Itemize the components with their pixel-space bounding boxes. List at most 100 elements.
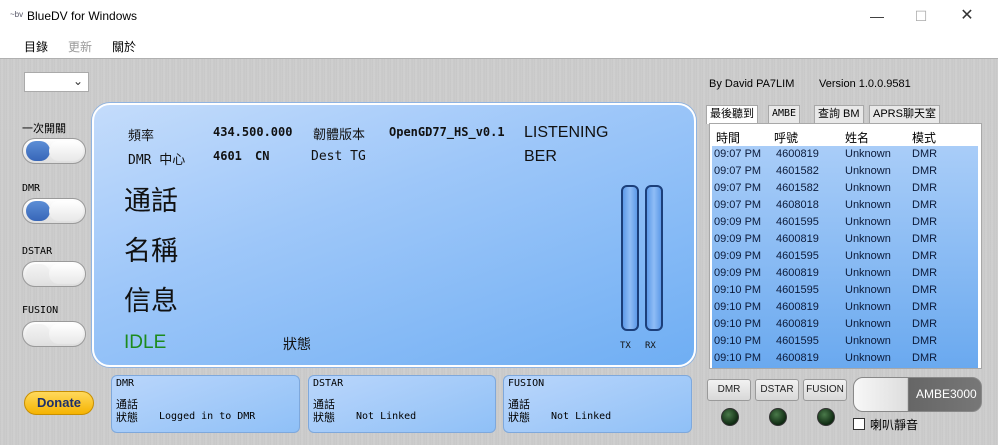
ambe3000-toggle[interactable]: AMBE3000 — [853, 377, 982, 412]
table-row[interactable]: 09:09 PM 4601595 Unknown DMR — [712, 214, 978, 231]
fusion-network-panel: FUSION 通話 狀態 Not Linked — [503, 375, 692, 433]
table-row[interactable]: 09:10 PM 4600819 Unknown DMR — [712, 350, 978, 367]
table-row[interactable]: 09:09 PM 4600819 Unknown DMR — [712, 231, 978, 248]
mode-combo[interactable]: ⌄ — [24, 72, 89, 92]
menu-bar: 目錄 更新 關於 — [0, 32, 998, 58]
fusion-led — [817, 408, 835, 426]
dmr-toggle[interactable] — [22, 198, 86, 224]
table-row[interactable]: 09:09 PM 4601595 Unknown DMR — [712, 248, 978, 265]
dstar-mode-button[interactable]: DSTAR — [755, 379, 799, 401]
rx-meter — [645, 185, 663, 331]
table-cell: DMR — [912, 284, 938, 296]
firmware-value: OpenGD77_HS_v0.1 — [389, 125, 505, 139]
table-cell: 09:10 PM — [714, 318, 762, 330]
tx-label: TX — [620, 341, 631, 351]
table-cell: Unknown — [845, 199, 891, 211]
table-cell: 09:10 PM — [714, 301, 762, 313]
table-cell: Unknown — [845, 182, 891, 194]
fusion-status-label: 狀態 — [508, 411, 530, 424]
minimize-button[interactable]: — — [854, 0, 900, 32]
table-row[interactable]: 09:07 PM 4600819 Unknown DMR — [712, 146, 978, 163]
ber-label: BER — [524, 148, 557, 165]
table-cell: 09:09 PM — [714, 250, 762, 262]
table-cell: 4601582 — [776, 182, 819, 194]
table-cell: 4600819 — [776, 301, 819, 313]
col-name[interactable]: 姓名 — [845, 129, 869, 146]
table-cell: DMR — [912, 352, 938, 364]
tab-query-bm[interactable]: 查詢 BM — [814, 105, 864, 123]
table-cell: 4600819 — [776, 267, 819, 279]
dmr-network-panel: DMR 通話 狀態 Logged in to DMR — [111, 375, 300, 433]
table-row[interactable]: 09:10 PM 4600819 Unknown DMR — [712, 316, 978, 333]
donate-button[interactable]: Donate — [24, 391, 94, 415]
table-cell: 4600819 — [776, 233, 819, 245]
tab-ambe[interactable]: AMBE — [768, 105, 801, 123]
table-cell: 09:07 PM — [714, 165, 762, 177]
table-cell: DMR — [912, 216, 938, 228]
table-cell: 09:09 PM — [714, 233, 762, 245]
info-label: 信息 — [124, 286, 178, 317]
table-cell: DMR — [912, 165, 938, 177]
table-cell: 4601582 — [776, 165, 819, 177]
table-row[interactable]: 09:09 PM 4600819 Unknown DMR — [712, 265, 978, 282]
close-button[interactable]: ✕ — [944, 0, 990, 32]
dmr-center-label: DMR 中心 — [128, 153, 186, 168]
table-cell: Unknown — [845, 250, 891, 262]
col-mode[interactable]: 模式 — [912, 129, 936, 146]
dmr-status-label: 狀態 — [116, 411, 138, 424]
last-heard-table: 時間 呼號 姓名 模式 09:07 PM 4600819 Unknown DMR 09:… — [709, 123, 982, 369]
fusion-status-value: Not Linked — [551, 411, 612, 422]
table-cell: 09:07 PM — [714, 182, 762, 194]
fusion-toggle[interactable] — [22, 321, 86, 347]
name-label: 名稱 — [124, 236, 178, 267]
table-cell: Unknown — [845, 267, 891, 279]
author-text: By David PA7LIM — [709, 78, 795, 90]
tab-aprs-chat[interactable]: APRS聊天室 — [869, 105, 940, 123]
dmr-mode-button[interactable]: DMR — [707, 379, 751, 401]
table-cell: Unknown — [845, 216, 891, 228]
table-cell: 4600819 — [776, 352, 819, 364]
frequency-value: 434.500.000 — [213, 125, 293, 139]
menu-update[interactable]: 更新 — [68, 38, 92, 55]
table-row[interactable]: 09:10 PM 4601595 Unknown DMR — [712, 282, 978, 299]
dmr-network-title: DMR — [116, 378, 135, 389]
table-row[interactable]: 09:10 PM 4600819 Unknown DMR — [712, 299, 978, 316]
table-row[interactable]: 09:10 PM 4601595 Unknown DMR — [712, 333, 978, 350]
dmr-status-value: Logged in to DMR — [159, 411, 256, 422]
table-row[interactable]: 09:07 PM 4601582 Unknown DMR — [712, 180, 978, 197]
idle-status: IDLE — [124, 332, 167, 353]
table-cell: 4600819 — [776, 148, 819, 160]
tab-last-heard[interactable]: 最後聽到 — [706, 105, 758, 124]
table-header: 時間 呼號 姓名 模式 — [710, 124, 981, 146]
mute-checkbox[interactable] — [853, 418, 865, 430]
status-label: 狀態 — [283, 337, 311, 353]
app-icon: ~bv — [10, 10, 24, 19]
table-cell: DMR — [912, 267, 938, 279]
first-switch-toggle[interactable] — [22, 138, 86, 164]
table-cell: Unknown — [845, 284, 891, 296]
dstar-toggle[interactable] — [22, 261, 86, 287]
table-cell: DMR — [912, 233, 938, 245]
col-time[interactable]: 時間 — [716, 129, 740, 146]
table-cell: 09:10 PM — [714, 284, 762, 296]
table-cell: 4601595 — [776, 216, 819, 228]
mute-label: 喇叭靜音 — [870, 418, 919, 432]
table-row[interactable]: 09:07 PM 4601582 Unknown DMR — [712, 163, 978, 180]
frequency-label: 頻率 — [128, 129, 155, 144]
table-cell: DMR — [912, 318, 938, 330]
menu-catalog[interactable]: 目錄 — [24, 38, 48, 55]
table-cell: DMR — [912, 301, 938, 313]
table-cell: 4601595 — [776, 284, 819, 296]
table-row[interactable]: 09:07 PM 4608018 Unknown DMR — [712, 197, 978, 214]
listening-status: LISTENING — [524, 124, 609, 141]
tx-meter — [621, 185, 639, 331]
table-cell: Unknown — [845, 148, 891, 160]
menu-about[interactable]: 關於 — [112, 38, 136, 55]
dstar-led — [769, 408, 787, 426]
table-cell: 09:10 PM — [714, 352, 762, 364]
fusion-mode-button[interactable]: FUSION — [803, 379, 847, 401]
col-callsign[interactable]: 呼號 — [774, 129, 798, 146]
maximize-button[interactable]: ☐ — [898, 0, 944, 32]
radio-display: 頻率 434.500.000 韌體版本 OpenGD77_HS_v0.1 LIS… — [92, 103, 696, 367]
fusion-label: FUSION — [22, 305, 59, 316]
